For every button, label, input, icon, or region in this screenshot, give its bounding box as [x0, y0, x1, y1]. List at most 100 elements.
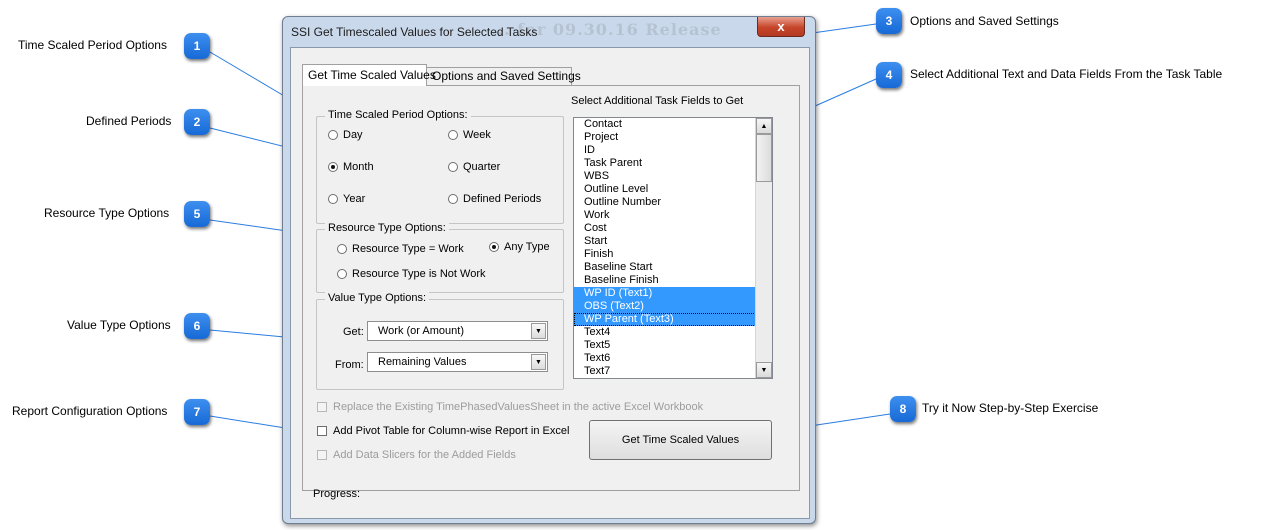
radio-week-dot — [448, 130, 458, 140]
radio-quarter[interactable]: Quarter — [448, 161, 500, 173]
replace-sheet-label: Replace the Existing TimePhasedValuesShe… — [333, 401, 704, 413]
field-list-item[interactable]: Outline Level — [574, 183, 772, 196]
callout-3-label: Options and Saved Settings — [910, 14, 1059, 28]
period-options-group: Time Scaled Period Options: Day Week Mon… — [316, 109, 564, 224]
callout-7-badge: 7 — [184, 399, 210, 425]
field-list-item[interactable]: WP Parent (Text3) — [574, 313, 772, 326]
radio-any-type-label: Any Type — [504, 241, 550, 253]
callout-6-badge: 6 — [184, 313, 210, 339]
field-list-item[interactable]: Start — [574, 235, 772, 248]
callout-7-label: Report Configuration Options — [12, 404, 168, 418]
field-list-item[interactable]: Work — [574, 209, 772, 222]
radio-year-dot — [328, 194, 338, 204]
radio-defined-periods-dot — [448, 194, 458, 204]
dialog-window: ... for 09.30.16 Release SSI Get Timesca… — [282, 16, 816, 524]
callout-4-label: Select Additional Text and Data Fields F… — [910, 67, 1223, 81]
callout-5-label: Resource Type Options — [44, 206, 170, 220]
field-list-item[interactable]: OBS (Text2) — [574, 300, 772, 313]
radio-day[interactable]: Day — [328, 129, 363, 141]
field-list-item[interactable]: Baseline Finish — [574, 274, 772, 287]
radio-defined-periods[interactable]: Defined Periods — [448, 193, 541, 205]
radio-day-label: Day — [343, 129, 363, 141]
radio-week[interactable]: Week — [448, 129, 491, 141]
callout-1-label: Time Scaled Period Options — [18, 38, 167, 52]
field-list-item[interactable]: WP ID (Text1) — [574, 287, 772, 300]
radio-quarter-label: Quarter — [463, 161, 501, 173]
radio-month[interactable]: Month — [328, 161, 374, 173]
data-slicers-box — [317, 450, 327, 460]
close-button[interactable]: x — [757, 17, 805, 37]
window-title: SSI Get Timescaled Values for Selected T… — [291, 25, 538, 39]
fields-listbox[interactable]: Contact Project ID Task Parent WBS Outline Le… — [573, 117, 773, 379]
field-list-item[interactable]: Project — [574, 131, 772, 144]
tab-get-time-scaled-values[interactable]: Get Time Scaled Values — [302, 64, 436, 86]
radio-any-type-dot — [489, 242, 499, 252]
radio-defined-periods-label: Defined Periods — [463, 193, 542, 205]
chevron-down-icon: ▼ — [531, 354, 546, 370]
from-select[interactable]: Remaining Values ▼ — [367, 352, 548, 372]
field-list-item[interactable]: ID — [574, 144, 772, 157]
field-list-item[interactable]: Text5 — [574, 339, 772, 352]
radio-resource-work[interactable]: Resource Type = Work — [337, 243, 464, 255]
scroll-thumb[interactable] — [756, 134, 772, 182]
fields-list: Contact Project ID Task Parent WBS Outline Le… — [574, 118, 772, 378]
scroll-down-icon[interactable]: ▼ — [756, 362, 772, 378]
callout-8-badge: 8 — [890, 396, 916, 422]
period-options-group-label: Time Scaled Period Options: — [325, 109, 471, 121]
field-list-item[interactable]: Text6 — [574, 352, 772, 365]
callout-4-badge: 4 — [876, 62, 902, 88]
field-list-item[interactable]: Outline Number — [574, 196, 772, 209]
get-label: Get: — [343, 326, 364, 338]
get-time-scaled-values-button[interactable]: Get Time Scaled Values — [589, 420, 772, 460]
radio-resource-work-label: Resource Type = Work — [352, 243, 464, 255]
field-list-item[interactable]: Finish — [574, 248, 772, 261]
replace-sheet-checkbox[interactable]: Replace the Existing TimePhasedValuesShe… — [317, 401, 703, 413]
radio-month-label: Month — [343, 161, 374, 173]
field-list-item[interactable]: Cost — [574, 222, 772, 235]
pivot-table-checkbox[interactable]: Add Pivot Table for Column-wise Report i… — [317, 425, 569, 437]
field-list-item[interactable]: Text7 — [574, 365, 772, 378]
value-options-group: Value Type Options: Get: Work (or Amount… — [316, 292, 564, 390]
radio-year-label: Year — [343, 193, 366, 205]
chevron-down-icon: ▼ — [531, 323, 546, 339]
data-slicers-checkbox[interactable]: Add Data Slicers for the Added Fields — [317, 449, 516, 461]
radio-any-type[interactable]: Any Type — [489, 241, 550, 253]
radio-week-label: Week — [463, 129, 491, 141]
field-list-item[interactable]: Contact — [574, 118, 772, 131]
dialog-client: Get Time Scaled Values Options and Saved… — [290, 47, 810, 519]
fields-scrollbar[interactable]: ▲ ▼ — [755, 118, 772, 378]
callout-8-label: Try it Now Step-by-Step Exercise — [922, 401, 1099, 415]
callout-6-label: Value Type Options — [67, 318, 171, 332]
resource-options-group-label: Resource Type Options: — [325, 222, 449, 234]
field-list-item[interactable]: Baseline Start — [574, 261, 772, 274]
radio-day-dot — [328, 130, 338, 140]
data-slicers-label: Add Data Slicers for the Added Fields — [333, 449, 516, 461]
callout-1-badge: 1 — [184, 33, 210, 59]
radio-month-dot — [328, 162, 338, 172]
value-options-group-label: Value Type Options: — [325, 292, 430, 304]
callout-5-badge: 5 — [184, 201, 210, 227]
scroll-up-icon[interactable]: ▲ — [756, 118, 772, 134]
from-select-value: Remaining Values — [378, 356, 467, 368]
replace-sheet-box — [317, 402, 327, 412]
radio-resource-not-work[interactable]: Resource Type is Not Work — [337, 268, 485, 280]
radio-resource-not-work-dot — [337, 269, 347, 279]
radio-quarter-dot — [448, 162, 458, 172]
get-select[interactable]: Work (or Amount) ▼ — [367, 321, 548, 341]
resource-options-group: Resource Type Options: Resource Type = W… — [316, 222, 564, 293]
pivot-table-label: Add Pivot Table for Column-wise Report i… — [333, 425, 570, 437]
radio-resource-work-dot — [337, 244, 347, 254]
field-list-item[interactable]: Task Parent — [574, 157, 772, 170]
get-select-value: Work (or Amount) — [378, 325, 464, 337]
tab-options-and-saved-settings[interactable]: Options and Saved Settings — [426, 67, 581, 85]
field-list-item[interactable]: WBS — [574, 170, 772, 183]
callout-2-label: Defined Periods — [86, 114, 172, 128]
from-label: From: — [335, 359, 364, 371]
progress-label: Progress: — [313, 488, 361, 500]
fields-header: Select Additional Task Fields to Get — [571, 95, 744, 107]
radio-year[interactable]: Year — [328, 193, 365, 205]
radio-resource-not-work-label: Resource Type is Not Work — [352, 268, 486, 280]
pivot-table-box — [317, 426, 327, 436]
field-list-item[interactable]: Text4 — [574, 326, 772, 339]
callout-2-badge: 2 — [184, 109, 210, 135]
